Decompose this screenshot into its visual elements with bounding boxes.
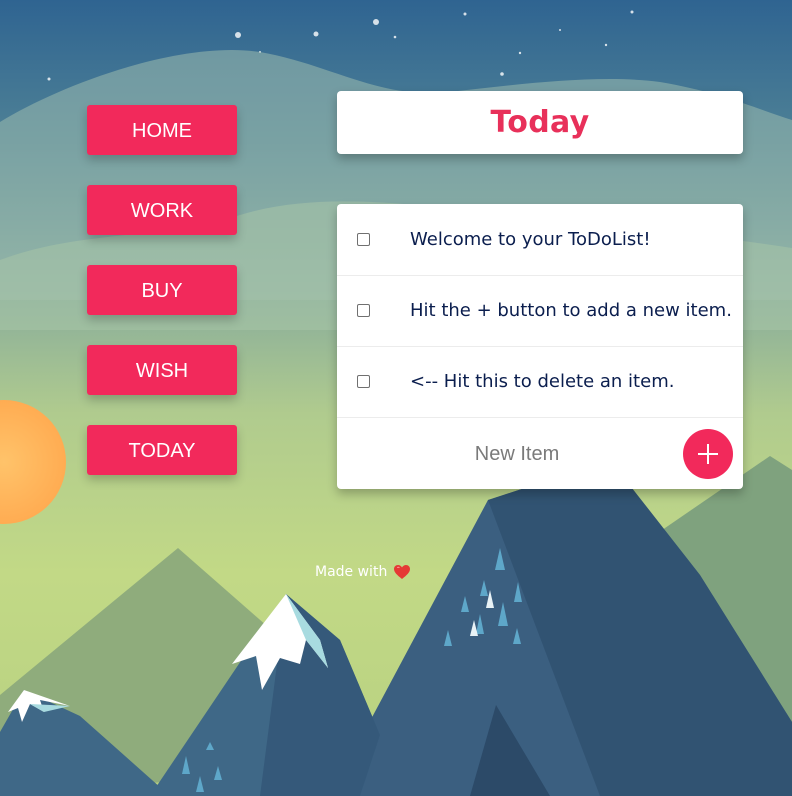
delete-checkbox[interactable] [357, 233, 370, 246]
delete-checkbox[interactable] [357, 304, 370, 317]
todo-item: Hit the + button to add a new item. [337, 275, 743, 347]
nav-today-button[interactable]: TODAY [87, 425, 237, 475]
todo-list-card: Welcome to your ToDoList! Hit the + butt… [337, 204, 743, 489]
footer-text: Made with [315, 564, 388, 580]
new-item-input[interactable] [415, 433, 619, 475]
nav-home-button[interactable]: HOME [87, 105, 237, 155]
todo-item-text: <-- Hit this to delete an item. [410, 371, 675, 392]
nav-work-button[interactable]: WORK [87, 185, 237, 235]
list-title: Today [490, 105, 590, 140]
nav-buy-button[interactable]: BUY [87, 265, 237, 315]
delete-checkbox[interactable] [357, 375, 370, 388]
nav-wish-button[interactable]: WISH [87, 345, 237, 395]
heart-icon [394, 565, 411, 579]
add-item-button[interactable] [683, 429, 733, 479]
footer: Made with [315, 562, 411, 582]
plus-icon [698, 444, 718, 464]
todo-item-text: Hit the + button to add a new item. [410, 300, 732, 321]
new-item-row [337, 417, 743, 489]
todo-item: <-- Hit this to delete an item. [337, 346, 743, 418]
list-title-card: Today [337, 91, 743, 154]
todo-item: Welcome to your ToDoList! [337, 204, 743, 276]
todo-item-text: Welcome to your ToDoList! [410, 229, 651, 250]
